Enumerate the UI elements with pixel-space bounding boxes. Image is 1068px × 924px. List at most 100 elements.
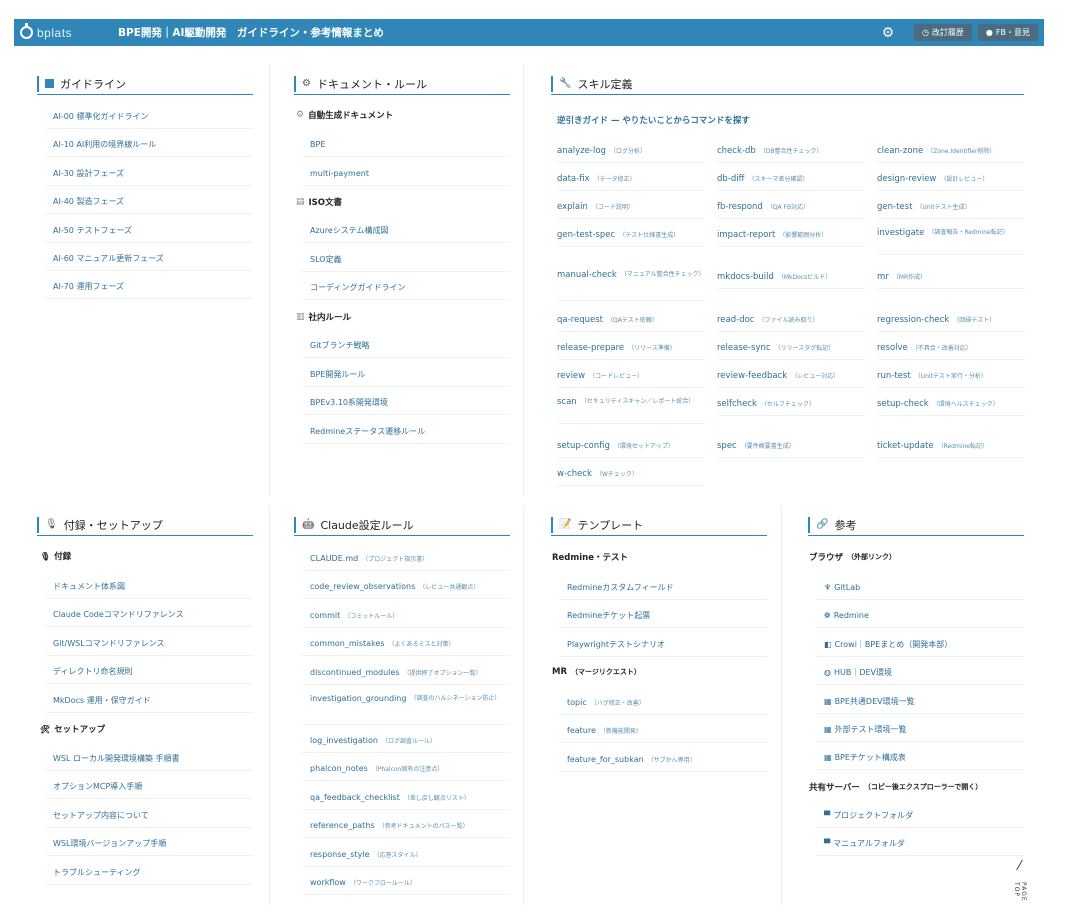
template-mr-item[interactable]: topic （バグ修正・改善） <box>559 691 767 715</box>
skill-item-gen-test[interactable]: gen-test （Unitテスト生成） <box>877 195 1025 219</box>
claude-rule-item[interactable]: phalcon_notes （Phalcon固有の注意点） <box>302 757 510 782</box>
guideline-item[interactable]: AI-70 運用フェーズ <box>45 275 253 300</box>
appendix-item[interactable]: MkDocs 運用・保守ガイド <box>45 689 253 713</box>
skill-item-setup-check[interactable]: setup-check （環境ヘルスチェック） <box>877 392 1025 416</box>
docs-item[interactable]: multi-payment <box>302 162 510 186</box>
skill-item-manual-check[interactable]: manual-check （マニュアル整合性チェック） <box>557 265 705 301</box>
skill-item-data-fix[interactable]: data-fix （データ修正） <box>557 167 705 191</box>
claude-rule-item[interactable]: code_review_observations （レビュー共通観点） <box>302 575 510 600</box>
skill-item-setup-config[interactable]: setup-config （環境セットアップ） <box>557 434 705 458</box>
skill-item-release-prepare[interactable]: release-prepare （リリース準備） <box>557 336 705 360</box>
skill-item-db-diff[interactable]: db-diff （スキーマ差分確認） <box>717 167 865 191</box>
skill-item-mr[interactable]: mr （MR作成） <box>877 265 1025 289</box>
setup-item[interactable]: WSL ローカル開発環境構築 手順書 <box>45 747 253 771</box>
reference-link-item[interactable]: ▦ BPEチケット構成表 <box>816 746 1024 771</box>
skill-name: spec <box>717 440 737 451</box>
appendix-item[interactable]: ドキュメント体系図 <box>45 575 253 599</box>
settings-gear-icon[interactable]: ⚙ <box>878 23 898 43</box>
skill-item-w-check[interactable]: w-check （Wチェック） <box>557 462 705 486</box>
skill-item-review-feedback[interactable]: review-feedback （レビュー対応） <box>717 364 865 388</box>
skill-item-clean-zone[interactable]: clean-zone （Zone.Identifier削除） <box>877 139 1025 163</box>
template-item[interactable]: Redmineチケット起票 <box>559 604 767 629</box>
appendix-item-label: MkDocs 運用・保守ガイド <box>53 695 151 705</box>
claude-rule-item[interactable]: workflow （ワークフロールール） <box>302 871 510 895</box>
guideline-item[interactable]: AI-10 AI利用の境界線ルール <box>45 133 253 158</box>
template-item[interactable]: Playwrightテストシナリオ <box>559 633 767 657</box>
docs-item[interactable]: Redmineステータス遷移ルール <box>302 420 510 444</box>
docs-item[interactable]: BPE開発ルール <box>302 363 510 387</box>
feedback-button[interactable]: ● FB・意見 <box>977 24 1038 41</box>
page-top-button[interactable]: PAGE TOP <box>1005 860 1032 910</box>
docs-item[interactable]: BPEv3.10系開発環境 <box>302 391 510 415</box>
skill-item-investigate[interactable]: investigate （調査報告・Redmine転記） <box>877 223 1025 255</box>
docs-item[interactable]: コーディングガイドライン <box>302 276 510 300</box>
page-title: BPE開発｜AI駆動開発 ガイドライン・参考情報まとめ <box>118 27 384 39</box>
appendix-sec1-title: 付録 <box>54 552 72 562</box>
skill-item-resolve[interactable]: resolve （不具合・改善対応） <box>877 336 1025 360</box>
skill-item-scan[interactable]: scan （セキュリティスキャン／レポート統合） <box>557 392 705 424</box>
claude-rule-item[interactable]: discontinued_modules （提供終了オプション一覧） <box>302 661 510 685</box>
reference-link-item[interactable]: ◍ HUB｜DEV環境 <box>816 661 1024 686</box>
claude-rule-item[interactable]: common_mistakes （よくあるミスと対策） <box>302 632 510 657</box>
guideline-item[interactable]: AI-00 標準化ガイドライン <box>45 105 253 129</box>
claude-rule-item[interactable]: qa_feedback_checklist （差し戻し観点リスト） <box>302 786 510 810</box>
claude-title: 🤖 Claude設定ルール <box>294 514 510 536</box>
bplats-logo[interactable]: bplats <box>20 23 110 40</box>
reference-folder-item[interactable]: ▀ マニュアルフォルダ <box>816 832 1024 857</box>
skill-item-analyze-log[interactable]: analyze-log （ログ分析） <box>557 139 705 163</box>
guideline-item[interactable]: AI-60 マニュアル更新フェーズ <box>45 247 253 271</box>
template-mr-item[interactable]: feature （新機能開発） <box>559 719 767 744</box>
skill-item-selfcheck[interactable]: selfcheck （セルフチェック） <box>717 392 865 416</box>
skill-item-read-doc[interactable]: read-doc （ファイル読み取り） <box>717 308 865 332</box>
docs-item[interactable]: BPE <box>302 133 510 157</box>
docs-item[interactable]: Azureシステム構成図 <box>302 219 510 243</box>
guideline-item[interactable]: AI-50 テストフェーズ <box>45 219 253 243</box>
reference-link-item[interactable]: ▦ BPE共通DEV環境一覧 <box>816 690 1024 714</box>
skill-item-gen-test-spec[interactable]: gen-test-spec （テスト仕様書生成） <box>557 223 705 247</box>
docs-item[interactable]: SLO定義 <box>302 248 510 272</box>
guideline-item[interactable]: AI-40 製造フェーズ <box>45 190 253 215</box>
template-item[interactable]: Redmineカスタムフィールド <box>559 576 767 600</box>
skill-item-release-sync[interactable]: release-sync （リリースタグ転記） <box>717 336 865 360</box>
history-button[interactable]: ◷ 改訂履歴 <box>913 24 972 41</box>
skill-item-run-test[interactable]: run-test （Unitテスト実行・分析） <box>877 364 1025 388</box>
template-mr-item[interactable]: feature_for_subkan （サブかん専用） <box>559 748 767 772</box>
claude-rule-name: reference_paths <box>310 821 375 831</box>
skill-item-spec[interactable]: spec （要件概要書生成） <box>717 434 865 458</box>
reference-link-item[interactable]: ◧ Crowi｜BPEまとめ（開発本部） <box>816 633 1024 657</box>
setup-item[interactable]: オプションMCP導入手順 <box>45 775 253 800</box>
reference-link-item[interactable]: ❁ Redmine <box>816 604 1024 629</box>
skill-item-review[interactable]: review （コードレビュー） <box>557 364 705 388</box>
skill-item-ticket-update[interactable]: ticket-update （Redmine転記） <box>877 434 1025 458</box>
appendix-item[interactable]: Git/WSLコマンドリファレンス <box>45 632 253 656</box>
docs-item[interactable]: Gitブランチ戦略 <box>302 334 510 358</box>
skill-item-design-review[interactable]: design-review （設計レビュー） <box>877 167 1025 191</box>
claude-rule-item[interactable]: log_investigation （ログ調査ルール） <box>302 729 510 753</box>
skill-item-regression-check[interactable]: regression-check （回帰テスト） <box>877 308 1025 332</box>
setup-item[interactable]: トラブルシューティング <box>45 861 253 885</box>
skill-desc: （不具合・改善対応） <box>911 345 972 352</box>
reference-sec2-sub: （コピー後エクスプローラーで開く） <box>863 783 983 791</box>
reference-link-item[interactable]: ♆ GitLab <box>816 576 1024 600</box>
appendix-item[interactable]: ディレクトリ命名規則 <box>45 660 253 685</box>
setup-item[interactable]: WSL環境バージョンアップ手順 <box>45 832 253 857</box>
claude-rule-item[interactable]: CLAUDE.md （プロジェクト指示書） <box>302 547 510 571</box>
setup-item[interactable]: セットアップ内容について <box>45 804 253 828</box>
skill-item-explain[interactable]: explain （コード説明） <box>557 195 705 219</box>
reverse-guide-link[interactable]: 逆引きガイド — やりたいことからコマンドを探す <box>557 114 750 126</box>
claude-rule-item[interactable]: reference_paths （参考ドキュメントのパス一覧） <box>302 814 510 839</box>
skill-item-impact-report[interactable]: impact-report （影響範囲分析） <box>717 223 865 247</box>
reference-link-item[interactable]: ▦ 外部テスト環境一覧 <box>816 718 1024 742</box>
claude-rule-item[interactable]: commit （コミットルール） <box>302 604 510 628</box>
claude-rule-item[interactable]: response_style （応答スタイル） <box>302 843 510 867</box>
skill-item-qa-request[interactable]: qa-request （QAテスト依頼） <box>557 308 705 332</box>
claude-rule-item[interactable]: investigation_grounding （調査のハルシネーション防止） <box>302 689 510 725</box>
skill-item-fb-respond[interactable]: fb-respond （QA FB対応） <box>717 195 865 219</box>
reference-folder-item[interactable]: ▀ プロジェクトフォルダ <box>816 804 1024 828</box>
guideline-item[interactable]: AI-30 設計フェーズ <box>45 162 253 186</box>
guideline-item-label: AI-10 AI利用の境界線ルール <box>53 140 157 150</box>
appendix-item[interactable]: Claude Codeコマンドリファレンス <box>45 603 253 628</box>
claude-rule-desc: （調査のハルシネーション防止） <box>410 695 501 702</box>
skill-item-mkdocs-build[interactable]: mkdocs-build （MkDocsビルド） <box>717 265 865 289</box>
skill-item-check-db[interactable]: check-db （DB整合性チェック） <box>717 139 865 163</box>
